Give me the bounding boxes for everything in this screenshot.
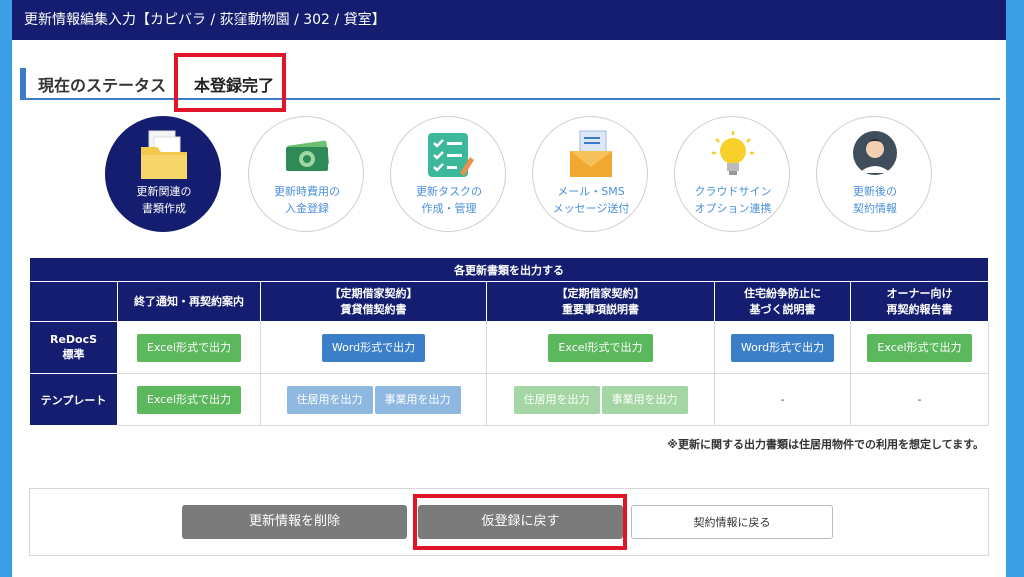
delete-renewal-button[interactable]: 更新情報を削除 [182, 505, 407, 539]
column-header: 【定期借家契約】 賃貸借契約書 [260, 281, 487, 322]
step-label: 更新後の 契約情報 [853, 185, 897, 215]
step-label: 更新関連の 書類作成 [136, 185, 192, 215]
folder-icon [141, 130, 187, 179]
word-output-button[interactable]: Word形式で出力 [730, 333, 835, 362]
status-label: 現在のステータス [38, 76, 167, 95]
step-label: 更新時費用の 入金登録 [274, 185, 340, 215]
step-cloudsign-option[interactable]: クラウドサイン オプション連携 [674, 116, 790, 232]
excel-output-button[interactable]: Excel形式で出力 [136, 385, 242, 414]
table-row: ReDocS 標準 Excel形式で出力 Word形式で出力 Excel形式で出力… [29, 321, 989, 374]
step-contract-info[interactable]: 更新後の 契約情報 [816, 116, 932, 232]
step-label: クラウドサイン オプション連携 [694, 185, 772, 215]
column-header: 【定期借家契約】 重要事項説明書 [486, 281, 715, 322]
business-output-button[interactable]: 事業用を出力 [601, 385, 688, 414]
row-header-template: テンプレート [29, 373, 118, 426]
business-output-button[interactable]: 事業用を出力 [374, 385, 461, 414]
lightbulb-icon [712, 131, 754, 175]
column-header: 終了通知・再契約案内 [117, 281, 261, 322]
row-header-redocs: ReDocS 標準 [29, 321, 118, 374]
status-header: 現在のステータス 本登録完了 [20, 66, 1000, 100]
table-row: テンプレート Excel形式で出力 住居用を出力 事業用を出力 住居用を出力 事業用… [29, 373, 989, 426]
back-to-contract-button[interactable]: 契約情報に戻る [631, 505, 833, 539]
window-titlebar: 更新情報編集入力【カピバラ / 荻窪動物園 / 302 / 貸室】 [12, 0, 1006, 40]
word-output-button[interactable]: Word形式で出力 [321, 333, 426, 362]
status-highlight-box [174, 53, 286, 112]
money-icon [286, 140, 330, 171]
step-payment-registration[interactable]: 更新時費用の 入金登録 [248, 116, 364, 232]
usage-note: ※更新に関する出力書類は住居用物件での利用を想定してます。 [667, 438, 984, 451]
residential-output-button[interactable]: 住居用を出力 [513, 385, 600, 414]
excel-output-button[interactable]: Excel形式で出力 [136, 333, 242, 362]
step-task-management[interactable]: 更新タスクの 作成・管理 [390, 116, 506, 232]
table-corner-header [29, 281, 118, 322]
empty-cell: - [714, 373, 851, 426]
step-document-creation[interactable]: 更新関連の 書類作成 [105, 116, 221, 232]
window-title: 更新情報編集入力【カピバラ / 荻窪動物園 / 302 / 貸室】 [24, 12, 386, 28]
step-label: メール・SMS メッセージ送付 [552, 185, 630, 215]
main-window: 更新情報編集入力【カピバラ / 荻窪動物園 / 302 / 貸室】 現在のステー… [12, 0, 1006, 577]
checklist-icon [428, 133, 474, 177]
revert-highlight-box [413, 494, 627, 550]
person-icon [853, 131, 897, 175]
column-header: 住宅紛争防止に 基づく説明書 [714, 281, 851, 322]
mail-icon [570, 130, 612, 177]
table-caption: 各更新書類を出力する [29, 257, 989, 282]
documents-output-table: 各更新書類を出力する 終了通知・再契約案内 【定期借家契約】 賃貸借契約書 【定期… [29, 257, 989, 426]
residential-output-button[interactable]: 住居用を出力 [286, 385, 373, 414]
status-accent-bar [20, 68, 26, 98]
excel-output-button[interactable]: Excel形式で出力 [548, 333, 653, 362]
step-message-send[interactable]: メール・SMS メッセージ送付 [532, 116, 648, 232]
column-header: オーナー向け 再契約報告書 [850, 281, 989, 322]
empty-cell: - [850, 373, 989, 426]
step-label: 更新タスクの 作成・管理 [416, 185, 482, 215]
excel-output-button[interactable]: Excel形式で出力 [867, 333, 972, 362]
